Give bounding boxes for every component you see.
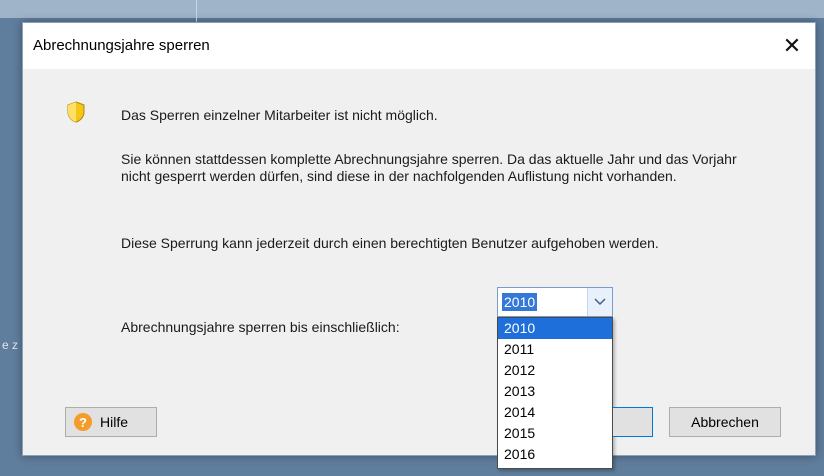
close-icon: ✕: [782, 33, 802, 58]
cancel-button[interactable]: Abbrechen: [669, 407, 781, 437]
year-select-label: Abrechnungsjahre sperren bis einschließl…: [121, 319, 400, 335]
help-button[interactable]: ? Hilfe: [65, 407, 157, 437]
year-option[interactable]: 2014: [498, 402, 612, 423]
year-option[interactable]: 2015: [498, 423, 612, 444]
year-option[interactable]: 2016: [498, 444, 612, 465]
year-option[interactable]: 2013: [498, 381, 612, 402]
year-option[interactable]: 2012: [498, 360, 612, 381]
background-divider: [196, 0, 197, 22]
ok-button[interactable]: [613, 407, 653, 437]
background-text: e z: [2, 338, 19, 352]
info-message: Das Sperren einzelner Mitarbeiter ist ni…: [121, 107, 438, 123]
shield-warning-icon: [67, 101, 85, 123]
chevron-down-icon[interactable]: [587, 288, 612, 316]
explanation-message: Sie können stattdessen komplette Abrechn…: [121, 151, 737, 184]
title-bar[interactable]: Abrechnungsjahre sperren ✕: [23, 23, 815, 69]
year-option[interactable]: 2010: [498, 318, 612, 339]
year-select-value: 2010: [502, 293, 538, 311]
dialog-title: Abrechnungsjahre sperren: [33, 37, 210, 54]
close-button[interactable]: ✕: [769, 23, 815, 69]
year-option[interactable]: 2011: [498, 339, 612, 360]
help-icon: ?: [74, 413, 92, 431]
note-message: Diese Sperrung kann jederzeit durch eine…: [121, 235, 659, 251]
year-select[interactable]: 2010: [497, 287, 613, 317]
year-dropdown-list: 2010 2011 2012 2013 2014 2015 2016: [497, 317, 613, 469]
help-button-label: Hilfe: [100, 414, 129, 430]
lock-years-dialog: Abrechnungsjahre sperren ✕ Das Sperren e…: [22, 22, 816, 469]
background-strip: [0, 0, 824, 18]
